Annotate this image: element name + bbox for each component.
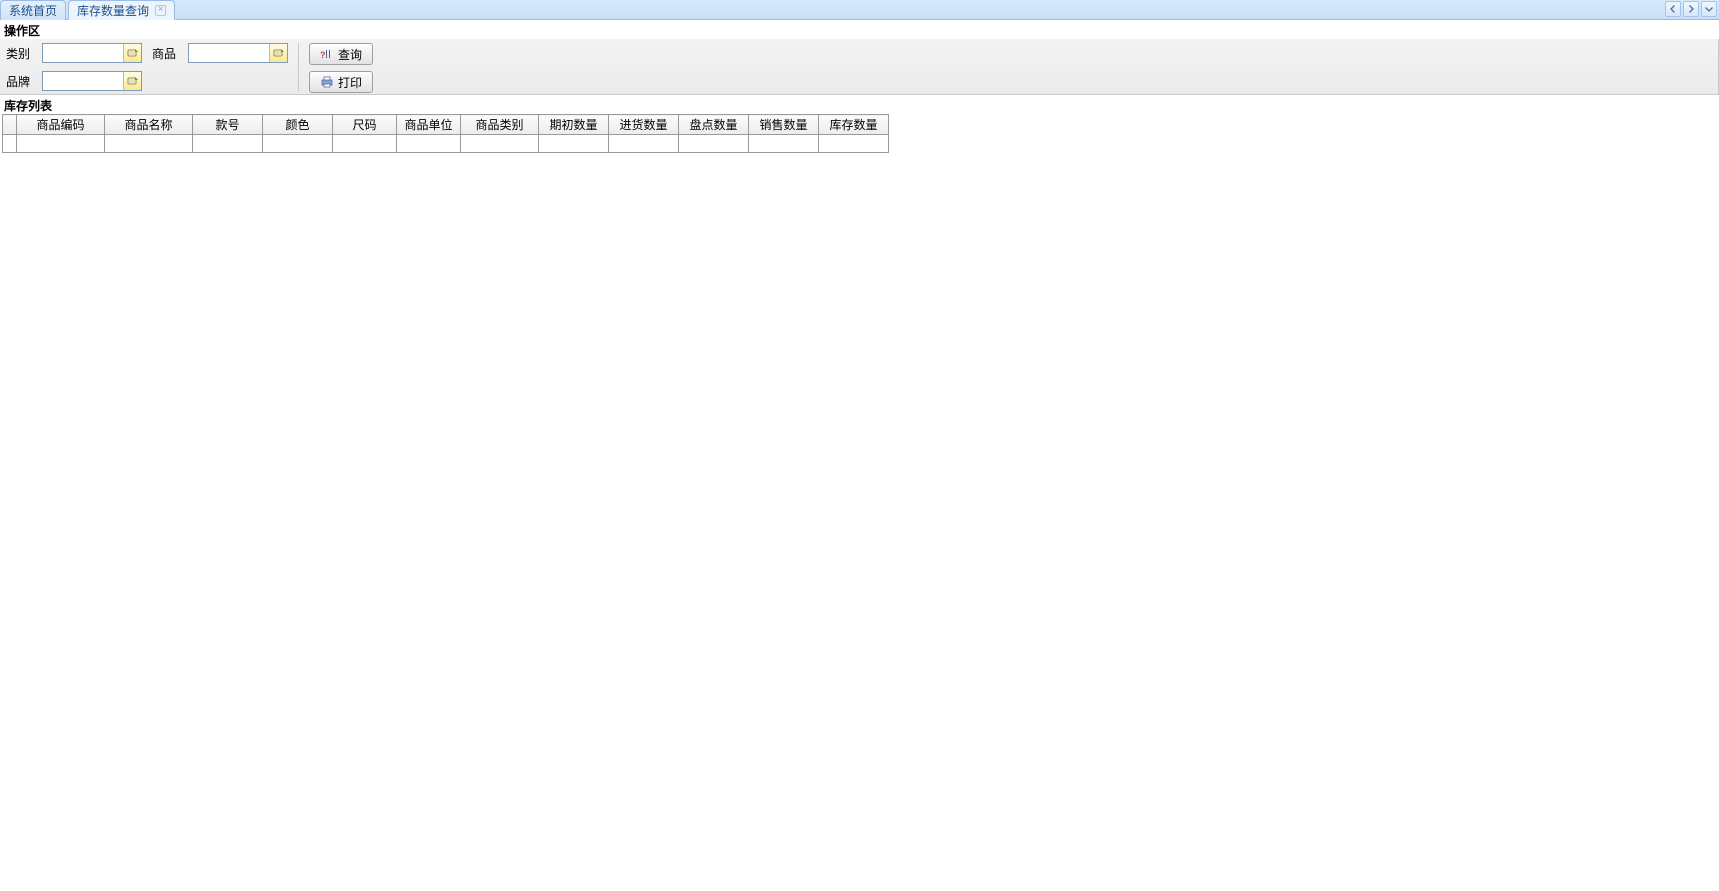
tab-scroll-left-button[interactable] [1665, 1, 1681, 17]
column-header[interactable]: 商品名称 [105, 115, 193, 135]
table-row-selector[interactable] [3, 135, 17, 153]
close-icon[interactable]: × [155, 5, 166, 16]
table-row-selector-header [3, 115, 17, 135]
operation-panel: 类别 商品 品牌 [0, 39, 1719, 95]
table-cell[interactable] [193, 135, 263, 153]
tab-inventory-query[interactable]: 库存数量查询 × [68, 0, 175, 20]
table-cell[interactable] [819, 135, 889, 153]
operation-area-label: 操作区 [0, 20, 1719, 39]
inventory-table: 商品编码 商品名称 款号 颜色 尺码 商品单位 商品类别 期初数量 进货数量 盘… [2, 114, 889, 153]
lookup-icon [127, 75, 139, 87]
category-lookup-trigger[interactable] [123, 44, 141, 62]
table-row[interactable] [3, 135, 889, 153]
column-header[interactable]: 盘点数量 [679, 115, 749, 135]
table-header-row: 商品编码 商品名称 款号 颜色 尺码 商品单位 商品类别 期初数量 进货数量 盘… [3, 115, 889, 135]
print-button[interactable]: 打印 [309, 71, 373, 93]
product-label: 商品 [152, 45, 178, 62]
brand-lookup-trigger[interactable] [123, 72, 141, 90]
brand-label: 品牌 [6, 73, 32, 90]
table-cell[interactable] [263, 135, 333, 153]
column-header[interactable]: 商品单位 [397, 115, 461, 135]
query-icon: ? [320, 47, 334, 61]
tab-label: 库存数量查询 [77, 2, 149, 19]
action-buttons: ? 查询 打印 [309, 43, 373, 93]
svg-text:?: ? [320, 50, 326, 60]
table-cell[interactable] [539, 135, 609, 153]
table-cell[interactable] [17, 135, 105, 153]
product-lookup-trigger[interactable] [269, 44, 287, 62]
table-cell[interactable] [461, 135, 539, 153]
table-cell[interactable] [609, 135, 679, 153]
print-button-label: 打印 [338, 74, 362, 91]
query-button-label: 查询 [338, 46, 362, 63]
filter-group: 类别 商品 品牌 [6, 43, 288, 91]
category-input[interactable] [43, 45, 123, 61]
column-header[interactable]: 尺码 [333, 115, 397, 135]
tab-bar: 系统首页 库存数量查询 × [0, 0, 1719, 20]
brand-input[interactable] [43, 73, 123, 89]
column-header[interactable]: 库存数量 [819, 115, 889, 135]
tab-scroll-right-button[interactable] [1683, 1, 1699, 17]
product-lookup[interactable] [188, 43, 288, 63]
category-lookup[interactable] [42, 43, 142, 63]
table-cell[interactable] [105, 135, 193, 153]
inventory-list-label: 库存列表 [0, 95, 1719, 114]
tab-system-home[interactable]: 系统首页 [0, 0, 66, 20]
column-header[interactable]: 商品类别 [461, 115, 539, 135]
brand-lookup[interactable] [42, 71, 142, 91]
inventory-table-wrap: 商品编码 商品名称 款号 颜色 尺码 商品单位 商品类别 期初数量 进货数量 盘… [0, 114, 1719, 153]
product-input[interactable] [189, 45, 269, 61]
chevron-left-icon [1669, 5, 1677, 13]
column-header[interactable]: 期初数量 [539, 115, 609, 135]
chevron-down-icon [1705, 5, 1713, 13]
table-cell[interactable] [397, 135, 461, 153]
column-header[interactable]: 款号 [193, 115, 263, 135]
column-header[interactable]: 销售数量 [749, 115, 819, 135]
table-cell[interactable] [679, 135, 749, 153]
category-label: 类别 [6, 45, 32, 62]
tab-menu-button[interactable] [1701, 1, 1717, 17]
chevron-right-icon [1687, 5, 1695, 13]
separator [298, 43, 299, 91]
column-header[interactable]: 颜色 [263, 115, 333, 135]
lookup-icon [273, 47, 285, 59]
print-icon [320, 75, 334, 89]
tab-scroll-controls [1665, 1, 1717, 17]
query-button[interactable]: ? 查询 [309, 43, 373, 65]
tab-label: 系统首页 [9, 2, 57, 19]
table-cell[interactable] [333, 135, 397, 153]
table-cell[interactable] [749, 135, 819, 153]
column-header[interactable]: 商品编码 [17, 115, 105, 135]
column-header[interactable]: 进货数量 [609, 115, 679, 135]
lookup-icon [127, 47, 139, 59]
